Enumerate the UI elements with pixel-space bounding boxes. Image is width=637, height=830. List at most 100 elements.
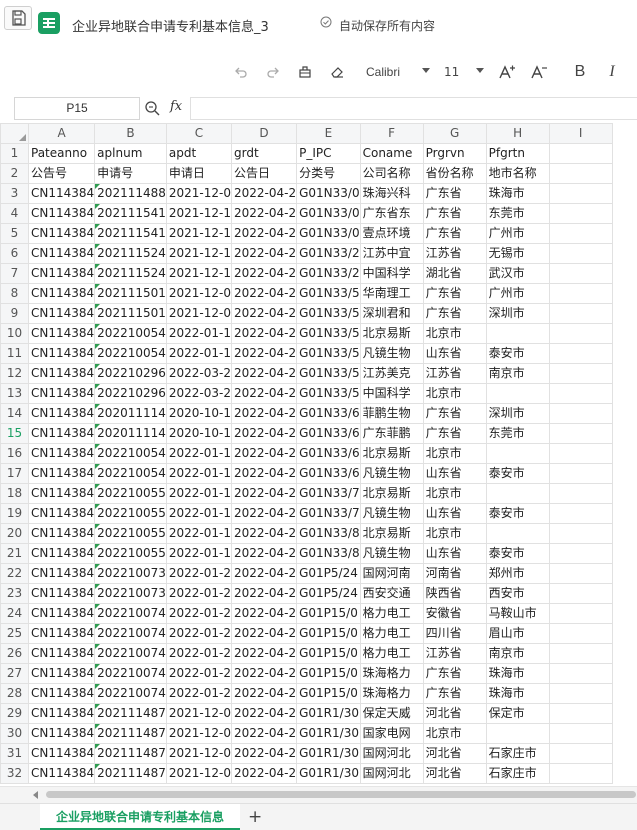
cell-i26[interactable] [548,643,613,664]
cell-b25[interactable]: 202210074 [94,623,167,644]
row-header[interactable]: 19 [0,503,29,524]
cell-f31[interactable]: 国网河北 [359,743,424,764]
row-header[interactable]: 11 [0,343,29,364]
cell-a4[interactable]: CN114384 [27,203,96,224]
cell-c22[interactable]: 2022-01-2 [165,563,233,584]
row-header[interactable]: 23 [0,583,29,604]
cell-d16[interactable]: 2022-04-2 [230,443,298,464]
cell-a15[interactable]: CN114384 [27,423,96,444]
cell-b10[interactable]: 202210054 [94,323,167,344]
cell-b31[interactable]: 202111487 [94,743,167,764]
cell-g30[interactable]: 北京市 [422,723,487,744]
cell-d14[interactable]: 2022-04-2 [230,403,298,424]
column-header-a[interactable]: A [27,123,96,144]
row-header[interactable]: 29 [0,703,29,724]
function-fx-icon[interactable]: fx [170,99,182,114]
zoom-search-icon[interactable] [144,100,160,116]
cell-f1[interactable]: Coname [359,143,424,164]
row-header[interactable]: 15 [0,423,29,444]
increase-font-button[interactable] [496,62,518,82]
cell-b11[interactable]: 202210054 [94,343,167,364]
cell-e28[interactable]: G01P15/0 [296,683,361,704]
cell-e13[interactable]: G01N33/5 [296,383,361,404]
cell-c16[interactable]: 2022-01-1 [165,443,233,464]
cell-b5[interactable]: 202111541 [94,223,167,244]
cell-f21[interactable]: 凡镜生物 [359,543,424,564]
row-header[interactable]: 14 [0,403,29,424]
cell-a5[interactable]: CN114384 [27,223,96,244]
cell-c20[interactable]: 2022-01-1 [165,523,233,544]
cell-g23[interactable]: 陕西省 [422,583,487,604]
cell-d8[interactable]: 2022-04-2 [230,283,298,304]
cell-b24[interactable]: 202210074 [94,603,167,624]
cell-a30[interactable]: CN114384 [27,723,96,744]
cell-g27[interactable]: 广东省 [422,663,487,684]
column-header-h[interactable]: H [485,123,550,144]
cell-b14[interactable]: 202011114 [94,403,167,424]
cell-a17[interactable]: CN114384 [27,463,96,484]
cell-f18[interactable]: 北京易斯 [359,483,424,504]
cell-d15[interactable]: 2022-04-2 [230,423,298,444]
cell-f17[interactable]: 凡镜生物 [359,463,424,484]
cell-g11[interactable]: 山东省 [422,343,487,364]
cell-g1[interactable]: Prgrvn [422,143,487,164]
row-header[interactable]: 31 [0,743,29,764]
cell-c19[interactable]: 2022-01-1 [165,503,233,524]
cell-h1[interactable]: Pfgrtn [485,143,550,164]
cell-f16[interactable]: 北京易斯 [359,443,424,464]
cell-e32[interactable]: G01R1/30 [296,763,361,784]
row-header[interactable]: 7 [0,263,29,284]
cell-d2[interactable]: 公告日 [230,163,298,184]
cell-f6[interactable]: 江苏中宜 [359,243,424,264]
row-header[interactable]: 26 [0,643,29,664]
cell-c2[interactable]: 申请日 [165,163,233,184]
cell-b32[interactable]: 202111487 [94,763,167,784]
cell-h23[interactable]: 西安市 [485,583,550,604]
cell-i23[interactable] [548,583,613,604]
cell-e21[interactable]: G01N33/8 [296,543,361,564]
cell-h22[interactable]: 郑州市 [485,563,550,584]
cell-g29[interactable]: 河北省 [422,703,487,724]
cell-c18[interactable]: 2022-01-1 [165,483,233,504]
cell-e7[interactable]: G01N33/2 [296,263,361,284]
cell-b17[interactable]: 202210054 [94,463,167,484]
cell-f10[interactable]: 北京易斯 [359,323,424,344]
cell-h6[interactable]: 无锡市 [485,243,550,264]
select-all-corner[interactable] [0,123,29,144]
cell-f12[interactable]: 江苏美克 [359,363,424,384]
cell-g7[interactable]: 湖北省 [422,263,487,284]
row-header[interactable]: 8 [0,283,29,304]
cell-g19[interactable]: 山东省 [422,503,487,524]
cell-i31[interactable] [548,743,613,764]
cell-name-box[interactable]: P15 [14,97,140,120]
cell-e4[interactable]: G01N33/0 [296,203,361,224]
column-header-b[interactable]: B [94,123,167,144]
cell-g10[interactable]: 北京市 [422,323,487,344]
sheet-tab-active[interactable]: 企业异地联合申请专利基本信息 [40,804,240,830]
cell-d9[interactable]: 2022-04-2 [230,303,298,324]
cell-d22[interactable]: 2022-04-2 [230,563,298,584]
cell-h30[interactable] [485,723,550,744]
cell-h31[interactable]: 石家庄市 [485,743,550,764]
undo-button[interactable] [230,62,252,82]
cell-g31[interactable]: 河北省 [422,743,487,764]
cell-d18[interactable]: 2022-04-2 [230,483,298,504]
cell-i13[interactable] [548,383,613,404]
cell-h19[interactable]: 泰安市 [485,503,550,524]
cell-i7[interactable] [548,263,613,284]
cell-a32[interactable]: CN114384 [27,763,96,784]
cell-a14[interactable]: CN114384 [27,403,96,424]
cell-a22[interactable]: CN114384 [27,563,96,584]
column-header-e[interactable]: E [296,123,361,144]
cell-f20[interactable]: 北京易斯 [359,523,424,544]
cell-e17[interactable]: G01N33/6 [296,463,361,484]
cell-h16[interactable] [485,443,550,464]
cell-i12[interactable] [548,363,613,384]
cell-c24[interactable]: 2022-01-2 [165,603,233,624]
cell-d32[interactable]: 2022-04-2 [230,763,298,784]
cell-a7[interactable]: CN114384 [27,263,96,284]
row-header[interactable]: 17 [0,463,29,484]
cell-g6[interactable]: 江苏省 [422,243,487,264]
cell-a6[interactable]: CN114384 [27,243,96,264]
cell-i14[interactable] [548,403,613,424]
